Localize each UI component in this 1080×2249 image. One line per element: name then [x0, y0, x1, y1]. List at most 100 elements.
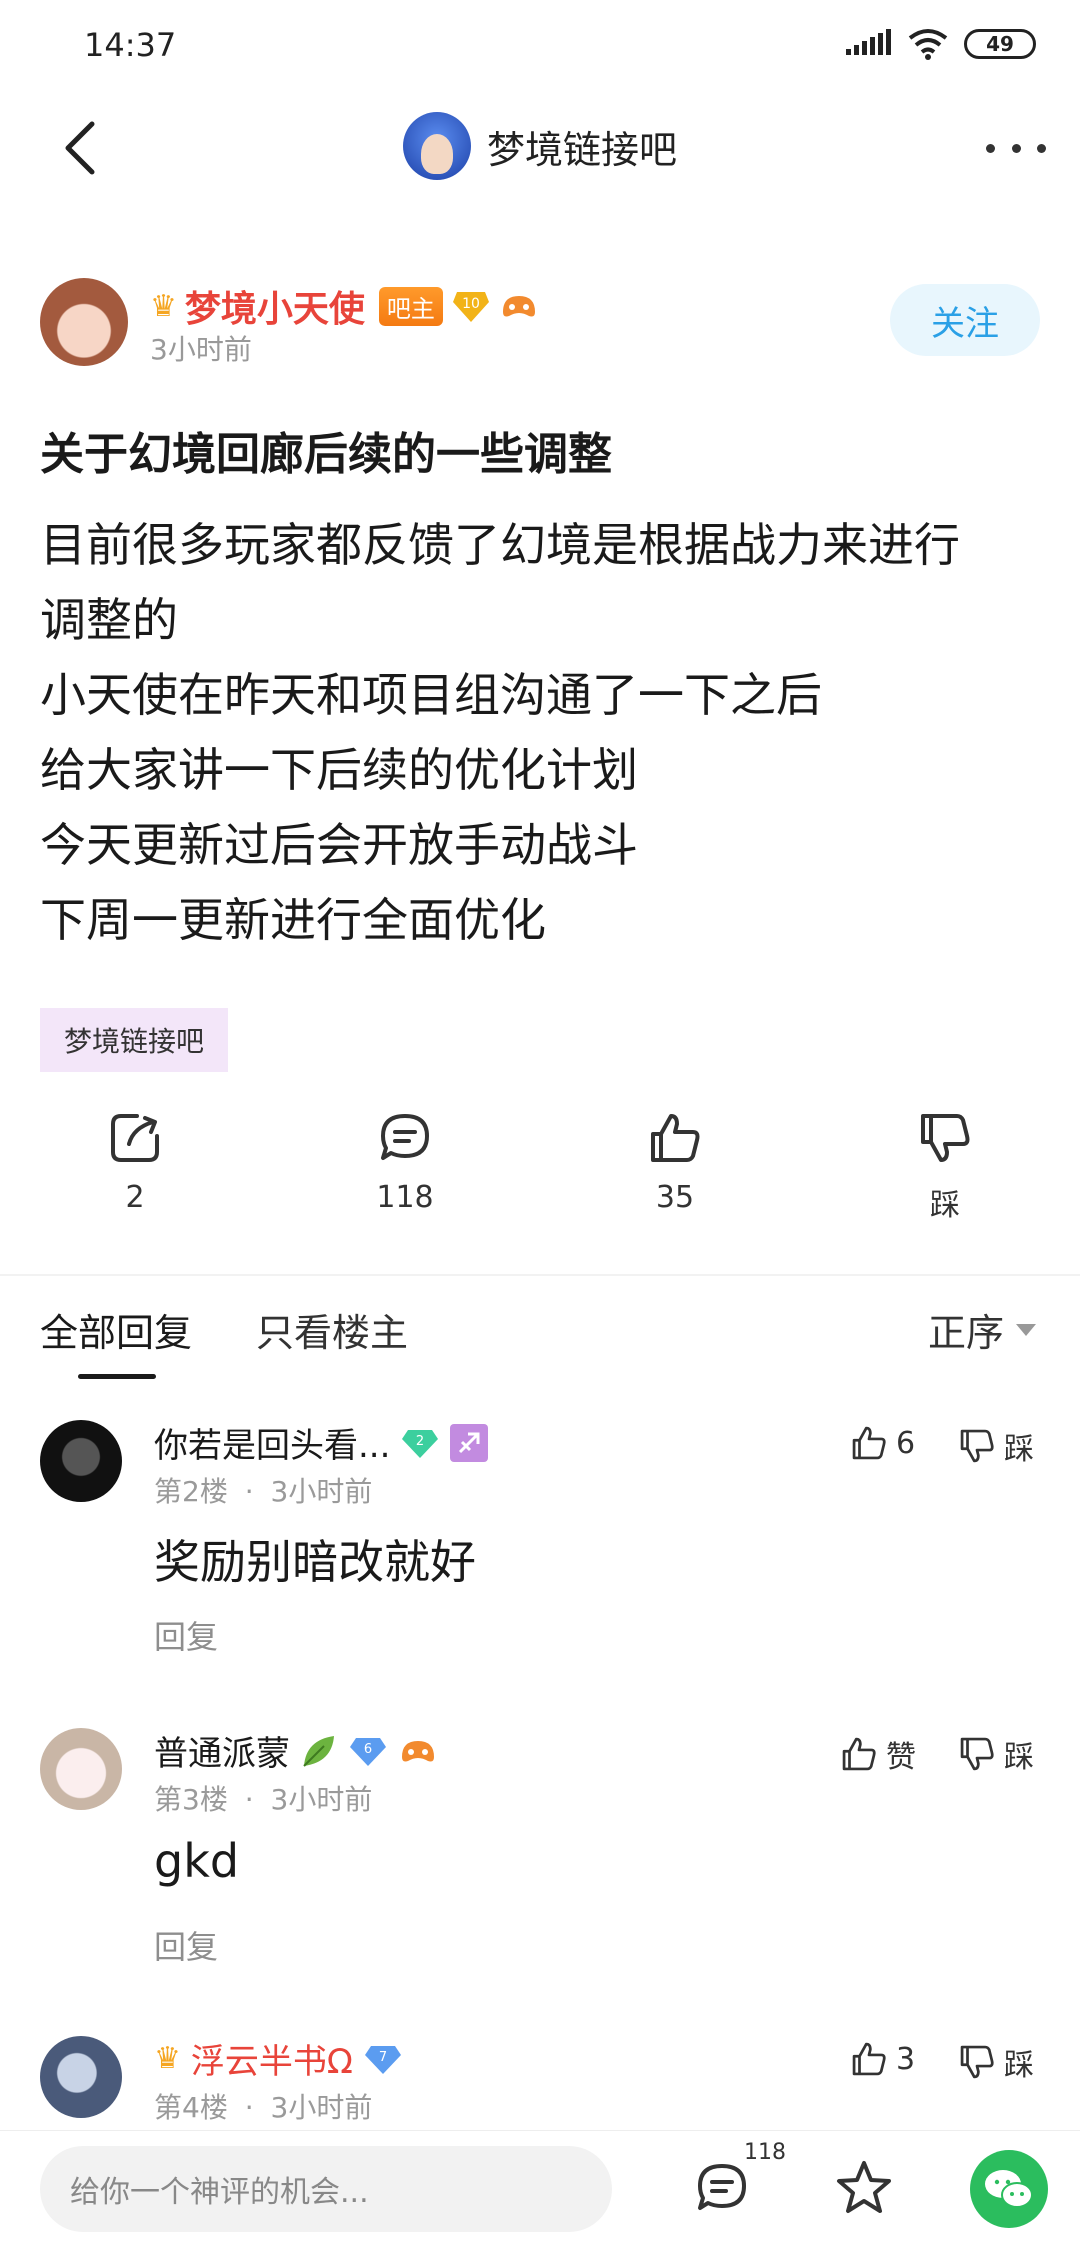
post-body-line: 小天使在昨天和项目组沟通了一下之后 — [40, 668, 822, 722]
post-title: 关于幻境回廊后续的一些调整 — [40, 429, 612, 480]
svg-text:6: 6 — [364, 1742, 372, 1757]
comment-like-count: 6 — [896, 1425, 916, 1461]
post-body-line: 目前很多玩家都反馈了幻境是根据战力来进行 — [40, 518, 960, 572]
comment-like-button[interactable]: 6 — [850, 1424, 915, 1462]
reply-button[interactable]: 回复 — [154, 1612, 218, 1658]
svg-text:2: 2 — [416, 1434, 424, 1449]
comment-meta: 第4楼 · 3小时前 — [154, 2086, 372, 2126]
comment-time: 3小时前 — [270, 1783, 373, 1816]
thumbs-down-icon — [960, 1737, 994, 1771]
svg-text:7: 7 — [379, 2050, 387, 2065]
post-body-line: 今天更新过后会开放手动战斗 — [40, 818, 638, 872]
post-body-line: 下周一更新进行全面优化 — [40, 893, 546, 947]
comment-avatar[interactable] — [40, 2036, 122, 2118]
post-body-line: 给大家讲一下后续的优化计划 — [40, 743, 638, 797]
comment-like-label: 赞 — [886, 1740, 916, 1775]
comment-floor: 第4楼 — [154, 2091, 228, 2124]
active-tab-indicator — [78, 1374, 156, 1379]
comment-action[interactable]: 118 — [270, 1110, 540, 1240]
sort-label: 正序 — [927, 1311, 1004, 1355]
comment-icon[interactable] — [694, 2160, 750, 2216]
svg-text:10: 10 — [462, 296, 480, 312]
comment-avatar[interactable] — [40, 1728, 122, 1810]
comment-like-button[interactable]: 3 — [850, 2040, 915, 2078]
comment-name-row: 你若是回头看... 2 — [154, 1418, 489, 1467]
tab-op-only[interactable]: 只看楼主 — [256, 1302, 408, 1357]
comment-meta: 第2楼 · 3小时前 — [154, 1470, 372, 1510]
post-body: 目前很多玩家都反馈了幻境是根据战力来进行 调整的 小天使在昨天和项目组沟通了一下… — [40, 508, 1050, 958]
thumbs-down-icon — [960, 2045, 994, 2079]
commenter-name[interactable]: 浮云半书Ω — [191, 2034, 353, 2083]
star-icon[interactable] — [834, 2158, 894, 2218]
like-count: 35 — [655, 1180, 695, 1215]
nav-title: 梦境链接吧 — [486, 127, 677, 172]
comment-dislike-button[interactable]: 踩 — [958, 2040, 1034, 2084]
signal-icon — [846, 29, 891, 55]
dislike-action[interactable]: 踩 — [810, 1110, 1080, 1240]
commenter-name[interactable]: 普通派蒙 — [154, 1726, 290, 1775]
post-time: 3小时前 — [150, 333, 252, 366]
more-icon[interactable] — [986, 128, 1046, 168]
comment-like-count: 3 — [896, 2041, 916, 2077]
section-divider — [0, 1274, 1080, 1276]
comment-count: 118 — [376, 1180, 434, 1215]
forum-tag[interactable]: 梦境链接吧 — [40, 1008, 229, 1072]
comment-meta: 第3楼 · 3小时前 — [154, 1778, 372, 1818]
post-actions: 2 118 35 踩 — [0, 1110, 1080, 1240]
comment-time: 3小时前 — [270, 1475, 373, 1508]
forum-avatar — [402, 112, 471, 180]
bottom-comment-count: 118 — [744, 2140, 786, 2165]
wechat-share-button[interactable] — [970, 2150, 1048, 2228]
comment-like-button[interactable]: 赞 — [840, 1732, 916, 1776]
tab-all-replies[interactable]: 全部回复 — [40, 1302, 192, 1357]
gem-level-icon: 7 — [364, 2045, 401, 2074]
share-action[interactable]: 2 — [0, 1110, 270, 1240]
comment-name-row: ♛ 浮云半书Ω 7 — [154, 2034, 403, 2083]
comment-dislike-label: 踩 — [1004, 2048, 1034, 2083]
comment-floor: 第3楼 — [154, 1783, 228, 1816]
admin-badge: 吧主 — [378, 286, 443, 326]
status-time: 14:37 — [84, 26, 177, 64]
thumbs-down-icon — [960, 1429, 994, 1463]
crown-icon: ♛ — [150, 288, 177, 324]
meta-separator: · — [244, 2091, 254, 2124]
battery-indicator: 49 — [964, 29, 1036, 59]
author-avatar[interactable] — [40, 278, 128, 366]
author-row: ♛ 梦境小天使 吧主 10 — [150, 280, 539, 332]
status-icons: 49 — [846, 28, 1036, 60]
thumbs-down-icon — [921, 1114, 970, 1162]
game-badge-icon — [402, 1740, 434, 1761]
crown-icon: ♛ — [154, 2041, 181, 2076]
gem-level-icon: 2 — [402, 1429, 439, 1458]
thumbs-up-icon — [852, 2042, 886, 2076]
gem-level-icon: 6 — [350, 1737, 386, 1766]
comment-avatar[interactable] — [40, 1420, 122, 1502]
follow-button[interactable]: 关注 — [890, 284, 1040, 356]
comment-input[interactable]: 给你一个神评的机会... — [40, 2146, 612, 2232]
sort-dropdown[interactable]: 正序 — [928, 1302, 1036, 1357]
chevron-down-icon — [1016, 1323, 1036, 1336]
post-body-line: 调整的 — [40, 593, 178, 647]
thumbs-up-icon — [651, 1114, 700, 1162]
comment-text: 奖励别暗改就好 — [154, 1535, 476, 1589]
share-count: 2 — [125, 1180, 145, 1215]
comment-icon — [381, 1114, 429, 1160]
thumbs-up-icon — [852, 1426, 886, 1460]
comment-dislike-button[interactable]: 踩 — [958, 1424, 1034, 1468]
comment-dislike-label: 踩 — [1004, 1432, 1034, 1467]
comment-dislike-label: 踩 — [1004, 1740, 1034, 1775]
like-action[interactable]: 35 — [540, 1110, 810, 1240]
meta-separator: · — [244, 1783, 254, 1816]
thumbs-up-icon — [842, 1737, 876, 1771]
commenter-name[interactable]: 你若是回头看... — [154, 1418, 390, 1467]
comment-dislike-button[interactable]: 踩 — [958, 1732, 1034, 1776]
comment-name-row: 普通派蒙 6 — [154, 1726, 438, 1775]
comment-text: gkd — [154, 1834, 240, 1888]
author-name[interactable]: 梦境小天使 — [185, 280, 365, 332]
reply-button[interactable]: 回复 — [154, 1922, 218, 1968]
dislike-label: 踩 — [930, 1188, 960, 1223]
comment-time: 3小时前 — [270, 2091, 373, 2124]
nav-title-group[interactable]: 梦境链接吧 — [0, 112, 1080, 180]
wifi-icon — [908, 29, 948, 60]
level-badge-icon: 10 — [452, 292, 489, 322]
